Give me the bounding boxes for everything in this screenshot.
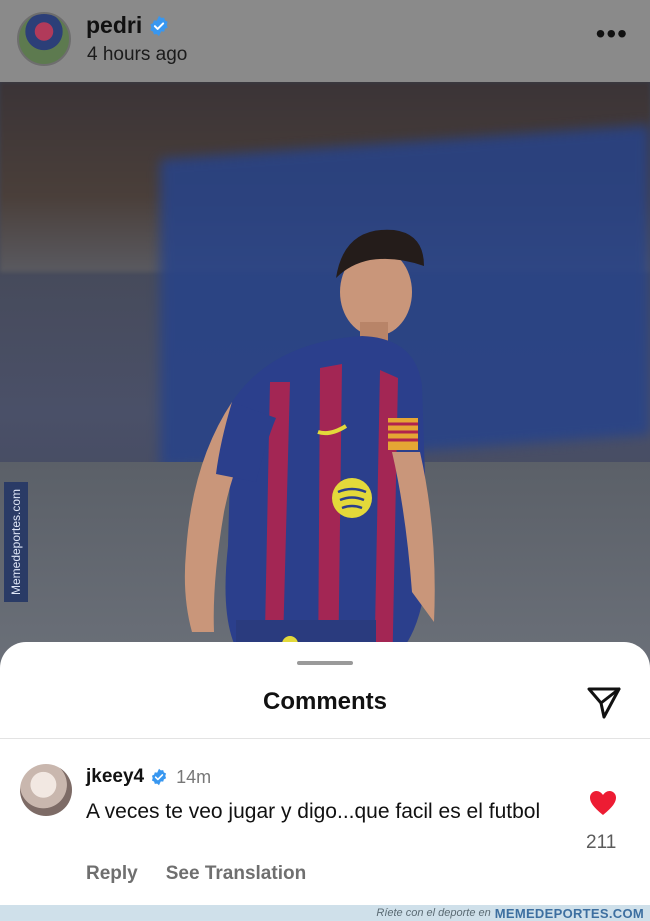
comment-time: 14m <box>176 766 212 787</box>
post-photo: Memedeportes.com <box>0 82 650 682</box>
player-figure <box>184 229 435 682</box>
like-count: 211 <box>586 832 617 853</box>
footer-brand: MEMEDEPORTES.COM <box>494 905 644 921</box>
commenter-avatar[interactable] <box>20 764 72 816</box>
comment-header: jkeey4 14m <box>86 766 211 788</box>
comment-text: A veces te veo jugar y digo...que facil … <box>86 800 541 823</box>
more-horizontal-icon[interactable]: ••• <box>596 20 628 48</box>
post-time: 4 hours ago <box>87 44 188 65</box>
verified-badge-icon <box>150 15 168 36</box>
see-translation-button[interactable]: See Translation <box>166 863 306 885</box>
sheet-grabber[interactable] <box>297 661 353 665</box>
comments-title: Comments <box>262 688 388 715</box>
verified-badge-icon <box>152 768 167 786</box>
avatar[interactable] <box>17 12 71 66</box>
side-watermark: Memedeportes.com <box>4 482 28 602</box>
username-row: pedri <box>86 12 170 39</box>
heart-icon[interactable] <box>589 790 617 816</box>
comment-actions: Reply See Translation <box>86 863 306 885</box>
footer-watermark: Ríete con el deporte en MEMEDEPORTES.COM <box>0 905 650 921</box>
post-username[interactable]: pedri <box>86 12 142 39</box>
send-icon[interactable] <box>586 686 622 720</box>
comments-sheet: Comments jkeey4 14m A veces te veo jugar… <box>0 642 650 905</box>
reply-button[interactable]: Reply <box>86 863 138 885</box>
commenter-username[interactable]: jkeey4 <box>86 766 144 788</box>
post-header: pedri 4 hours ago ••• <box>0 0 650 82</box>
footer-tagline: Ríete con el deporte en <box>376 907 491 919</box>
sheet-divider <box>0 738 650 739</box>
